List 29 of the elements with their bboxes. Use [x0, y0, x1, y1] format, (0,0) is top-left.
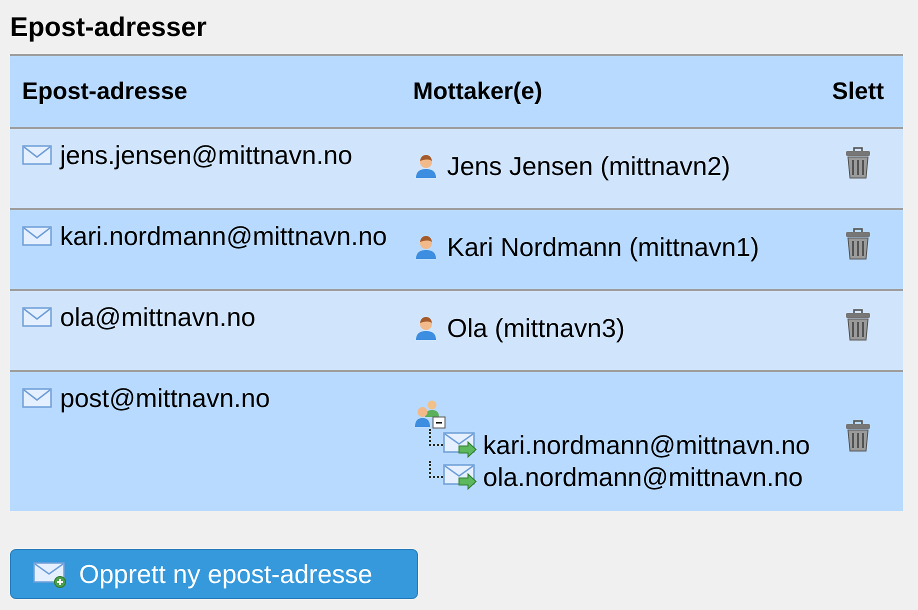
delete-icon[interactable]	[844, 228, 872, 260]
section-title: Epost-adresser	[10, 11, 208, 44]
email-address: post@mittnavn.no	[60, 382, 270, 414]
envelope-icon	[22, 388, 52, 408]
column-header: Epost-adresse	[21, 78, 188, 106]
column-header: Mottaker(e)	[413, 78, 544, 106]
envelope-icon	[22, 145, 52, 165]
create-email-button[interactable]: Opprett ny epost-adresse	[10, 549, 418, 599]
envelope-icon	[22, 307, 52, 327]
person-icon	[413, 153, 439, 179]
member-address: ola.nordmann@mittnavn.no	[483, 462, 803, 492]
email-address: ola@mittnavn.no	[60, 302, 256, 332]
delete-icon[interactable]	[844, 420, 872, 452]
column-header: Slett	[830, 78, 885, 106]
recipient-name: Ola (mittnavn3)	[447, 312, 625, 344]
delete-icon[interactable]	[844, 147, 872, 179]
member-address: kari.nordmann@mittnavn.no	[483, 430, 810, 460]
forward-mail-icon	[443, 432, 479, 458]
email-address: kari.nordmann@mittnavn.no	[60, 220, 387, 252]
recipient-name: Kari Nordmann (mittnavn1)	[447, 232, 760, 262]
person-icon	[413, 315, 439, 341]
new-mail-icon	[33, 560, 67, 588]
group-icon[interactable]	[413, 399, 447, 429]
recipient-name: Jens Jensen (mittnavn2)	[447, 150, 730, 182]
delete-icon[interactable]	[844, 309, 872, 341]
email-address: jens.jensen@mittnavn.no	[60, 140, 352, 170]
person-icon	[413, 234, 439, 260]
envelope-icon	[22, 226, 52, 246]
forward-mail-icon	[443, 464, 479, 490]
